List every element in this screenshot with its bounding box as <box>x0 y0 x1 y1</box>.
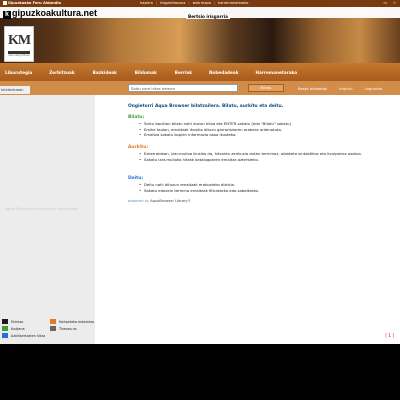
legend-item: Kudjena <box>2 326 50 331</box>
section-title-deitu: Deitu: <box>128 176 144 181</box>
nav-nobedadeak[interactable]: Nobedadeak <box>209 70 239 75</box>
main-nav: Liburutegia Zerbitzuak Bazkideak Bilduma… <box>0 63 400 81</box>
legend-item: Nahasketa eskaintza <box>50 319 98 324</box>
top-link-harremanetarako[interactable]: harremanetarako <box>218 1 248 5</box>
section-list-aurkitu: Ezkerraldean, izar-mulioa ikusiko da, hi… <box>139 151 369 162</box>
nav-bildumak[interactable]: Bildumak <box>135 70 157 75</box>
nav-bazkideak[interactable]: Bazkideak <box>93 70 117 75</box>
intro-heading: Ongietorri Aqua Browser bilatzailera. Bi… <box>128 104 284 109</box>
legend: Ekintza Nahasketa eskaintza Kudjena Thes… <box>2 319 98 338</box>
nav-harremanetarako[interactable]: Harremanetarako <box>256 70 298 75</box>
sidebar-tab[interactable]: Intzlerduean <box>0 86 30 94</box>
legend-item: Azkilisertzaten hitza <box>2 333 50 338</box>
site-logo[interactable]: k gipuzkoakultura.net <box>3 8 97 19</box>
search-links: Beste bilaketak Impriin Laguntza <box>298 86 382 91</box>
legend-swatch <box>50 319 56 324</box>
page-bottom <box>0 344 400 400</box>
top-link-irisgarritasuna[interactable]: irisgarritasuna <box>160 1 185 5</box>
search-input[interactable]: Saitu zure hitza hemen <box>128 84 238 92</box>
legend-swatch <box>2 333 8 338</box>
list-item: Sakatu izar-mulioko hitzak katalogoaren … <box>139 157 369 163</box>
list-item: Sakatu edozein termino emaitzak filtratz… <box>139 188 369 194</box>
main-content: Ongietorri Aqua Browser bilatzailera. Bi… <box>95 95 400 344</box>
nav-zerbitzuak[interactable]: Zerbitzuak <box>49 70 74 75</box>
section-list-deitu: Deitu nahi dituzun emaitzak erakusteko d… <box>139 182 369 193</box>
top-link-web-mapa[interactable]: web mapa <box>193 1 211 5</box>
search-button[interactable]: Bilatu <box>248 84 284 92</box>
km-logo[interactable]: KM Liburutegi Etxea <box>4 26 34 62</box>
top-bar: Gipuzkoako Foru Aldundia hasiera | irisg… <box>0 0 400 7</box>
sidebar: Koldo Mitxelena Kulturuneko Liburutegia … <box>0 95 95 344</box>
nav-liburutegia[interactable]: Liburutegia <box>5 70 32 75</box>
site-title[interactable]: Gipuzkoako Foru Aldundia <box>3 1 61 5</box>
top-links: hasiera | irisgarritasuna | web mapa | h… <box>140 1 249 6</box>
legend-item: Thesaurus <box>50 326 98 331</box>
header-banner: k gipuzkoakultura.net Bertsio irisgarria … <box>0 7 400 63</box>
legend-swatch <box>2 326 8 331</box>
nav-berriak[interactable]: Berriak <box>175 70 192 75</box>
print-link[interactable]: Impriin <box>339 86 352 91</box>
legend-item: Ekintza <box>2 319 50 324</box>
help-link[interactable]: Laguntza <box>365 86 382 91</box>
flag-icon <box>3 1 7 5</box>
list-item: Emaitza sakatu kopien informazio osoa ik… <box>139 132 369 138</box>
legend-swatch <box>50 326 56 331</box>
other-searches-link[interactable]: Beste bilaketak <box>298 86 327 91</box>
accessible-version-link[interactable]: Bertsio irisgarria <box>186 14 231 19</box>
legend-swatch <box>2 319 8 324</box>
lang-es[interactable]: es <box>383 1 387 5</box>
section-title-aurkitu: Aurkitu: <box>128 145 149 150</box>
pagination[interactable]: [ 1 ] <box>385 333 394 338</box>
section-list-bilatu: Sartu bauklan bilatu nahi duzun hitza et… <box>139 121 369 138</box>
top-link-hasiera[interactable]: hasiera <box>140 1 153 5</box>
sidebar-caption: Koldo Mitxelena Kulturuneko Liburutegia <box>5 207 78 211</box>
aquabrowser-link[interactable]: AquaBrowser Library <box>150 199 187 203</box>
powered-by: powered by AquaBrowser Library® <box>128 199 192 203</box>
section-title-bilatu: Bilatu: <box>128 115 145 120</box>
language-switch: es fr <box>383 1 396 5</box>
lang-fr[interactable]: fr <box>393 1 396 5</box>
